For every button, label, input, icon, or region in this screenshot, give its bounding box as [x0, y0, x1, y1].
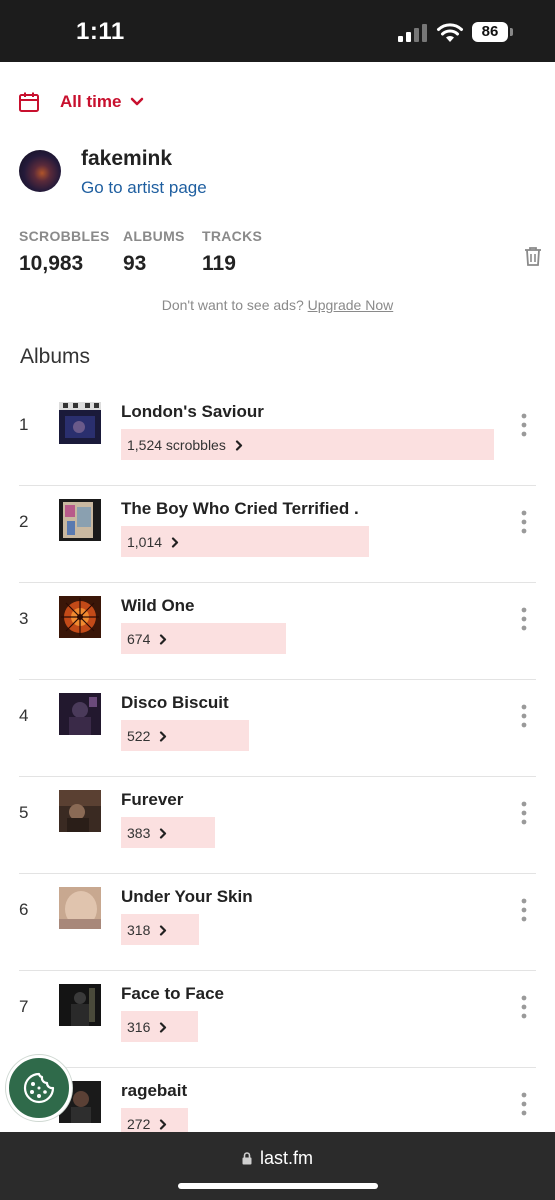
album-row[interactable]: 2 The Boy Who Cried Terrified . 1,014 [0, 486, 555, 583]
more-options-icon[interactable] [518, 607, 530, 631]
album-row[interactable]: 7 Face to Face 316 [0, 971, 555, 1068]
upgrade-now-link[interactable]: Upgrade Now [308, 297, 394, 313]
stat-label: SCROBBLES [19, 228, 110, 244]
lock-icon [242, 1152, 252, 1165]
stat-value: 119 [202, 252, 236, 275]
album-cover[interactable] [59, 693, 101, 735]
chevron-right-icon [160, 924, 167, 936]
home-indicator[interactable] [178, 1183, 378, 1189]
scrobble-count: 272 [127, 1116, 151, 1132]
stat-albums: ALBUMS 93 [123, 228, 185, 276]
more-options-icon[interactable] [518, 510, 530, 534]
calendar-icon [19, 92, 39, 112]
scrobble-count: 318 [127, 922, 151, 938]
scrobble-count: 316 [127, 1019, 151, 1035]
scrobble-bar[interactable]: 522 [121, 720, 249, 751]
scrobble-bar[interactable]: 674 [121, 623, 286, 654]
more-options-icon[interactable] [518, 1092, 530, 1116]
album-rank: 3 [19, 609, 29, 628]
chevron-right-icon [160, 827, 167, 839]
more-options-icon[interactable] [518, 704, 530, 728]
scrobble-bar[interactable]: 318 [121, 914, 199, 945]
trash-icon[interactable] [524, 246, 542, 266]
album-name[interactable]: London's Saviour [121, 402, 264, 422]
album-row[interactable]: 5 Furever 383 [0, 777, 555, 874]
chevron-right-icon [235, 439, 242, 451]
browser-bottom-bar: last.fm [0, 1132, 555, 1200]
chevron-right-icon [160, 633, 167, 645]
cookie-icon [23, 1072, 55, 1104]
stat-label: ALBUMS [123, 228, 185, 244]
chevron-down-icon [131, 97, 144, 106]
album-cover[interactable] [59, 499, 101, 541]
artist-name: fakemink [81, 147, 173, 170]
scrobble-count: 522 [127, 728, 151, 744]
stat-tracks: TRACKS 119 [202, 228, 262, 276]
stat-scrobbles: SCROBBLES 10,983 [19, 228, 110, 276]
stat-value: 93 [123, 252, 147, 275]
chevron-right-icon [160, 1118, 167, 1130]
album-name[interactable]: ragebait [121, 1081, 187, 1101]
scrobble-count: 1,014 [127, 534, 163, 550]
scrobble-bar[interactable]: 383 [121, 817, 215, 848]
album-name[interactable]: The Boy Who Cried Terrified . [121, 499, 359, 519]
more-options-icon[interactable] [518, 995, 530, 1019]
album-cover[interactable] [59, 790, 101, 832]
album-row[interactable]: 4 Disco Biscuit 522 [0, 680, 555, 777]
chevron-right-icon [160, 730, 167, 742]
status-time: 1:11 [76, 18, 125, 45]
url-text: last.fm [259, 1148, 313, 1168]
ad-notice-text: Don't want to see ads? [161, 297, 304, 313]
album-name[interactable]: Wild One [121, 596, 195, 616]
album-name[interactable]: Furever [121, 790, 183, 810]
album-rank: 7 [19, 997, 29, 1016]
chevron-right-icon [171, 536, 179, 548]
more-options-icon[interactable] [518, 801, 530, 825]
battery-indicator: 86 [472, 22, 508, 42]
album-name[interactable]: Under Your Skin [121, 887, 253, 907]
scrobble-bar[interactable]: 316 [121, 1011, 198, 1042]
more-options-icon[interactable] [518, 898, 530, 922]
more-options-icon[interactable] [518, 413, 530, 437]
artist-avatar[interactable] [19, 150, 61, 192]
album-row[interactable]: 3 Wild One 674 [0, 583, 555, 680]
album-cover[interactable] [59, 596, 101, 638]
scrobble-count: 674 [127, 631, 151, 647]
album-cover[interactable] [59, 887, 101, 929]
chevron-right-icon [160, 1021, 167, 1033]
album-rank: 6 [19, 900, 29, 919]
address-bar[interactable]: last.fm [0, 1148, 555, 1169]
wifi-icon [437, 23, 463, 42]
album-cover[interactable] [59, 984, 101, 1026]
cellular-signal-icon [398, 24, 428, 42]
status-bar: 1:11 86 [0, 0, 555, 62]
album-cover[interactable] [59, 402, 101, 444]
album-rank: 2 [19, 512, 29, 531]
scrobble-bar[interactable]: 1,014 [121, 526, 369, 557]
ad-notice: Don't want to see ads? Upgrade Now [0, 297, 555, 313]
section-title-albums: Albums [20, 345, 91, 368]
album-rank: 1 [19, 415, 29, 434]
album-row[interactable]: 1 London's Saviour 1,524 scrobbles [0, 389, 555, 486]
stat-label: TRACKS [202, 228, 263, 244]
album-row[interactable]: 6 Under Your Skin 318 [0, 874, 555, 971]
battery-tip [510, 28, 513, 36]
go-to-artist-link[interactable]: Go to artist page [81, 178, 207, 198]
album-rank: 5 [19, 803, 29, 822]
album-name[interactable]: Face to Face [121, 984, 224, 1004]
album-name[interactable]: Disco Biscuit [121, 693, 229, 713]
stat-value: 10,983 [19, 252, 84, 275]
scrobble-bar[interactable]: 1,524 scrobbles [121, 429, 494, 460]
scrobble-count: 1,524 scrobbles [127, 437, 226, 453]
scrobble-count: 383 [127, 825, 151, 841]
date-range-filter[interactable]: All time [18, 88, 144, 116]
filter-label: All time [60, 92, 122, 111]
album-rank: 4 [19, 706, 29, 725]
cookie-settings-button[interactable] [6, 1055, 72, 1121]
